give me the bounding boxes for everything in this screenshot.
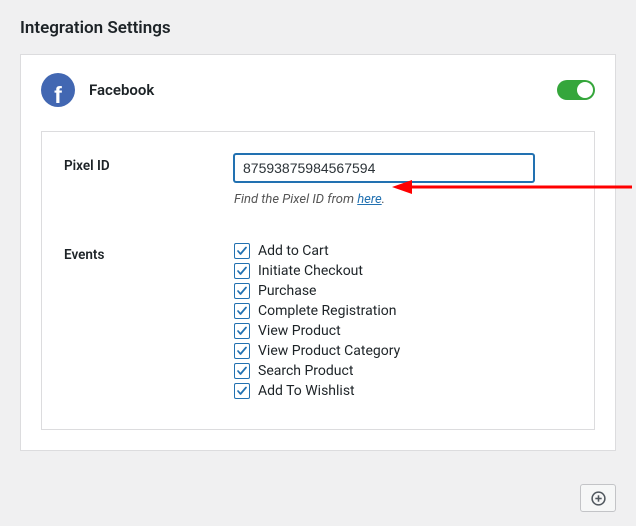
facebook-icon: f xyxy=(41,73,75,107)
event-checkbox[interactable] xyxy=(234,363,250,379)
event-checkbox[interactable] xyxy=(234,283,250,299)
event-label: View Product xyxy=(258,323,341,339)
header-left: f Facebook xyxy=(41,73,154,107)
event-item: View Product Category xyxy=(234,343,572,359)
pixel-id-row: Pixel ID Find the Pixel ID from here. xyxy=(64,154,572,207)
event-checkbox[interactable] xyxy=(234,383,250,399)
facebook-letter: f xyxy=(54,84,62,107)
helper-text-post: . xyxy=(382,192,385,207)
event-list: Add to Cart Initiate Checkout Purchase Comp… xyxy=(234,243,572,399)
event-label: Initiate Checkout xyxy=(258,263,363,279)
add-button[interactable] xyxy=(580,484,616,512)
pixel-id-helper: Find the Pixel ID from here. xyxy=(234,192,572,207)
check-icon xyxy=(236,265,248,277)
check-icon xyxy=(236,285,248,297)
integration-name: Facebook xyxy=(89,81,154,99)
events-row: Events Add to Cart Initiate Checkout Purch… xyxy=(64,243,572,403)
event-label: Add to Cart xyxy=(258,243,329,259)
plus-circle-icon xyxy=(590,490,607,507)
enable-toggle[interactable] xyxy=(557,80,595,100)
pixel-id-content: Find the Pixel ID from here. xyxy=(234,154,572,207)
event-label: View Product Category xyxy=(258,343,400,359)
event-checkbox[interactable] xyxy=(234,303,250,319)
event-item: Initiate Checkout xyxy=(234,263,572,279)
page-title: Integration Settings xyxy=(20,18,616,38)
check-icon xyxy=(236,305,248,317)
check-icon xyxy=(236,365,248,377)
event-item: Add To Wishlist xyxy=(234,383,572,399)
event-checkbox[interactable] xyxy=(234,323,250,339)
pixel-id-help-link[interactable]: here xyxy=(357,192,381,207)
event-item: Complete Registration xyxy=(234,303,572,319)
check-icon xyxy=(236,385,248,397)
event-label: Search Product xyxy=(258,363,353,379)
card-header: f Facebook xyxy=(41,73,595,107)
integration-card: f Facebook Pixel ID Find the Pixel ID fr… xyxy=(20,54,616,451)
events-label: Events xyxy=(64,243,234,263)
event-item: Add to Cart xyxy=(234,243,572,259)
event-label: Purchase xyxy=(258,283,316,299)
event-label: Complete Registration xyxy=(258,303,396,319)
event-item: Search Product xyxy=(234,363,572,379)
check-icon xyxy=(236,345,248,357)
events-content: Add to Cart Initiate Checkout Purchase Comp… xyxy=(234,243,572,403)
check-icon xyxy=(236,245,248,257)
check-icon xyxy=(236,325,248,337)
event-checkbox[interactable] xyxy=(234,243,250,259)
pixel-id-input[interactable] xyxy=(234,154,534,182)
helper-text-pre: Find the Pixel ID from xyxy=(234,192,357,207)
event-item: View Product xyxy=(234,323,572,339)
event-item: Purchase xyxy=(234,283,572,299)
event-label: Add To Wishlist xyxy=(258,383,355,399)
event-checkbox[interactable] xyxy=(234,263,250,279)
event-checkbox[interactable] xyxy=(234,343,250,359)
settings-panel: Pixel ID Find the Pixel ID from here. Ev… xyxy=(41,131,595,430)
pixel-id-label: Pixel ID xyxy=(64,154,234,174)
